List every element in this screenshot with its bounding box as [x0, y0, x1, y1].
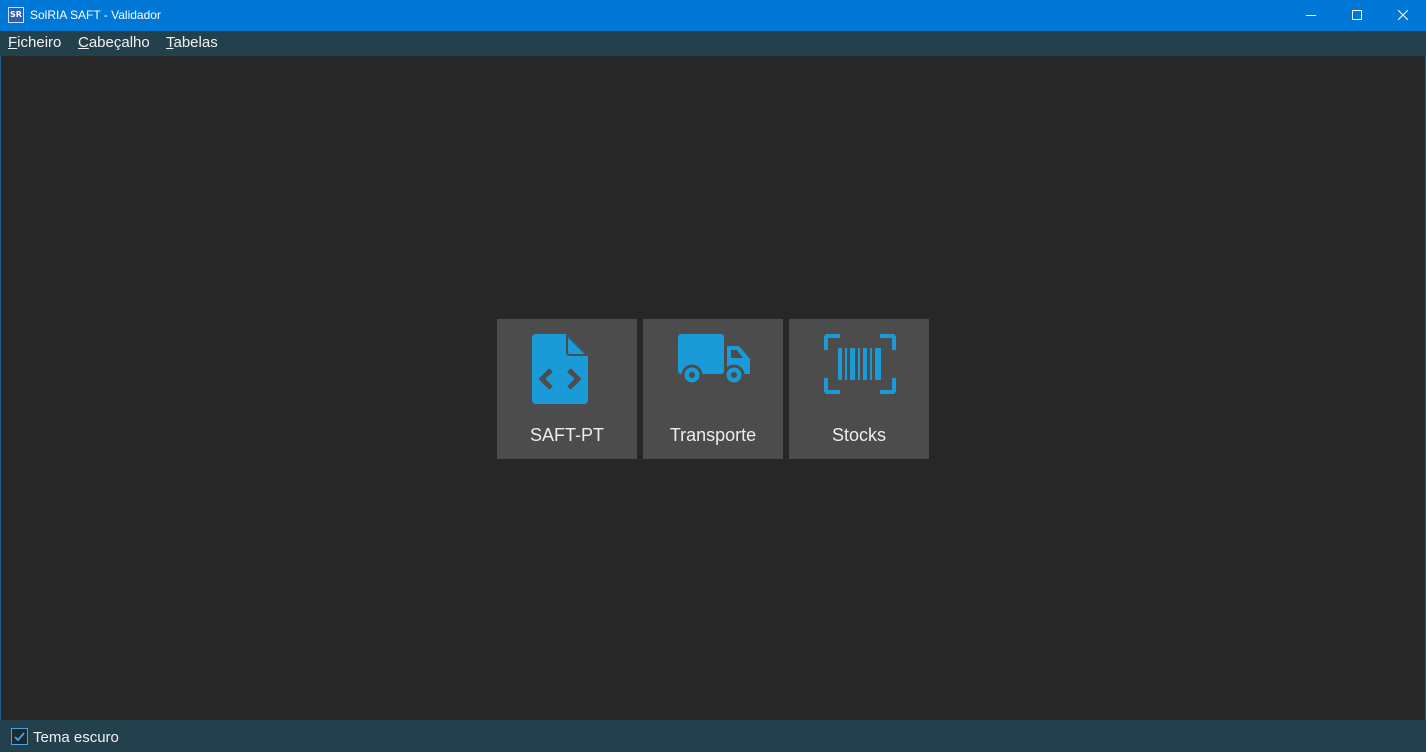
- menu-accelerator: T: [166, 34, 174, 51]
- transporte-tile[interactable]: Transporte: [643, 319, 783, 459]
- tile-label: SAFT-PT: [529, 425, 604, 445]
- maximize-button[interactable]: [1334, 0, 1380, 31]
- dark-theme-label[interactable]: Tema escuro: [33, 729, 119, 746]
- close-button[interactable]: [1380, 0, 1426, 31]
- window-title: SolRIA SAFT - Validador: [30, 8, 161, 22]
- app-logo-icon: SR: [8, 7, 24, 23]
- maximize-icon: [1352, 10, 1362, 20]
- stocks-tile[interactable]: Stocks: [789, 319, 929, 459]
- minimize-icon: [1306, 15, 1316, 16]
- menu-tabelas[interactable]: Tabelas: [166, 34, 218, 51]
- menu-accelerator: F: [8, 34, 18, 51]
- menu-accelerator: C: [78, 34, 89, 51]
- dark-theme-checkbox[interactable]: [11, 728, 28, 745]
- checkmark-icon: [14, 732, 25, 742]
- close-icon: [1398, 10, 1408, 20]
- main-content: SAFT-PT Transporte Stocks: [0, 56, 1426, 720]
- menu-ficheiro[interactable]: Ficheiro: [8, 34, 61, 51]
- tile-label: Transporte: [669, 425, 757, 445]
- minimize-button[interactable]: [1288, 0, 1334, 31]
- menu-label-rest: abeçalho: [88, 34, 150, 51]
- menu-cabecalho[interactable]: Cabeçalho: [78, 34, 150, 51]
- status-bar: Tema escuro: [0, 720, 1426, 752]
- truck-icon: [678, 334, 750, 386]
- menu-label-rest: icheiro: [17, 34, 62, 51]
- menu-bar: Ficheiro Cabeçalho Tabelas: [0, 31, 1426, 56]
- code-file-icon: [532, 334, 588, 404]
- title-bar: SR SolRIA SAFT - Validador: [0, 0, 1426, 31]
- menu-label-rest: abelas: [173, 34, 218, 51]
- saft-pt-tile[interactable]: SAFT-PT: [497, 319, 637, 459]
- barcode-icon: [824, 334, 896, 394]
- tile-label: Stocks: [831, 425, 887, 445]
